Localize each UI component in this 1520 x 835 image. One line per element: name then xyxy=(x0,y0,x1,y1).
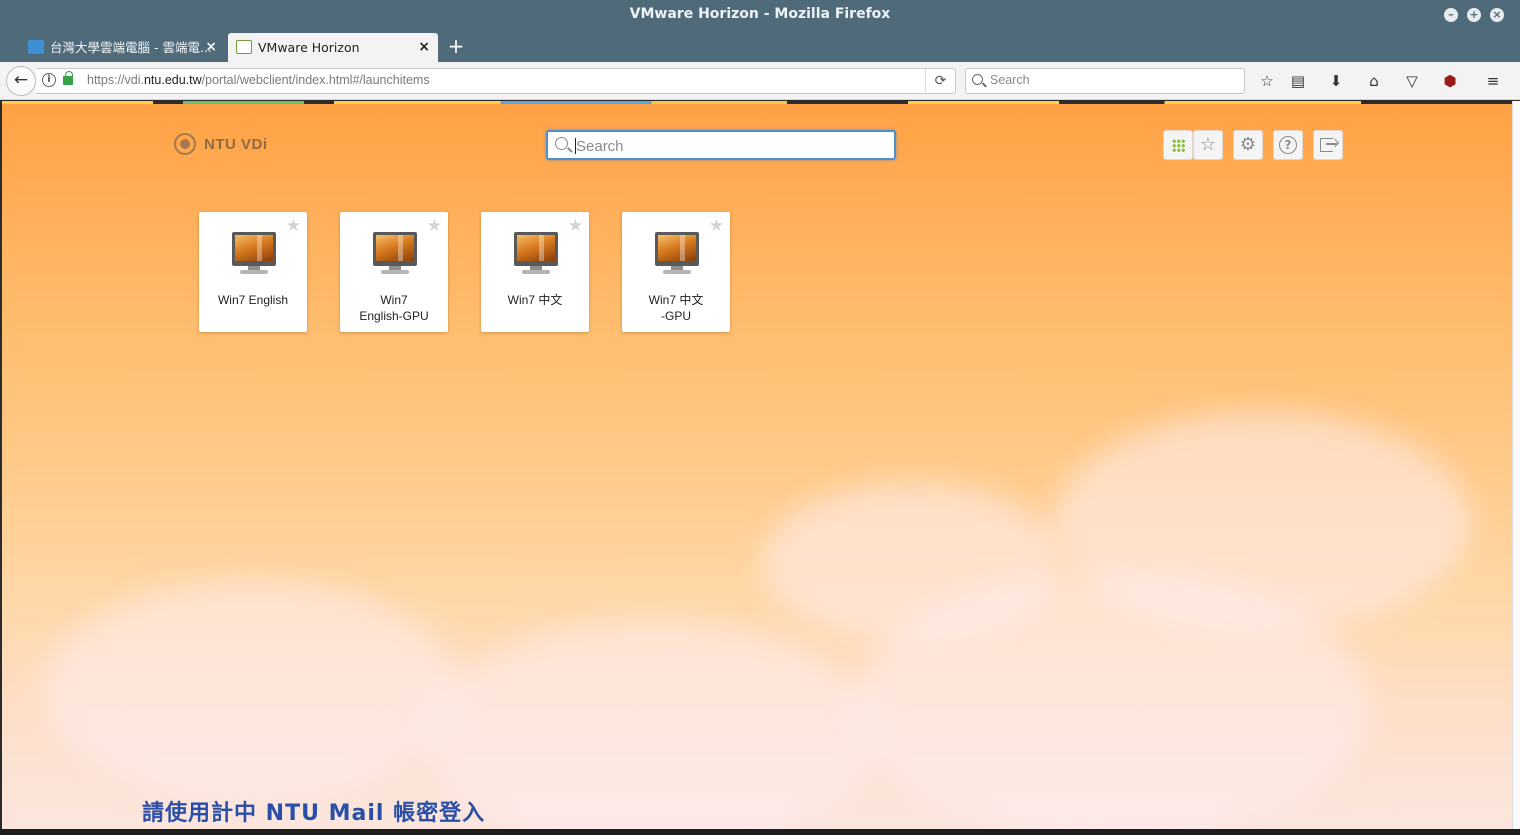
url-text[interactable]: https://vdi.ntu.edu.tw/portal/webclient/… xyxy=(87,73,430,87)
search-icon xyxy=(555,137,568,150)
logo-text: NTU VDi xyxy=(204,136,268,153)
browser-search-input[interactable]: Search xyxy=(965,68,1245,94)
background-window-edge xyxy=(1512,101,1520,835)
lock-icon xyxy=(63,71,73,85)
logout-icon xyxy=(1320,138,1333,152)
close-window-button[interactable]: × xyxy=(1490,8,1504,22)
title-bar: VMware Horizon - Mozilla Firefox – + × xyxy=(0,0,1520,30)
help-icon: ? xyxy=(1279,136,1297,154)
close-tab-icon[interactable]: × xyxy=(205,33,217,62)
desktop-item-win7-english-gpu[interactable]: ★ Win7 English-GPU xyxy=(340,212,448,332)
reading-list-icon[interactable]: ▤ xyxy=(1287,70,1309,92)
desktop-monitor-icon xyxy=(232,232,276,266)
text-caret xyxy=(575,138,576,154)
ublock-icon[interactable]: ⬢ xyxy=(1439,70,1461,92)
color-stripe xyxy=(2,101,1512,104)
ntu-seal-icon xyxy=(174,133,196,155)
reload-icon[interactable]: ⟳ xyxy=(925,69,955,93)
all-apps-button[interactable] xyxy=(1163,130,1193,160)
search-icon xyxy=(972,74,983,85)
desktop-name: Win7 English-GPU xyxy=(359,293,429,323)
cloud-icon xyxy=(28,40,44,54)
search-placeholder: Search xyxy=(990,73,1030,87)
settings-button[interactable]: ⚙ xyxy=(1233,130,1263,160)
bookmark-star-icon[interactable]: ☆ xyxy=(1256,70,1278,92)
nav-bar: ← i https://vdi.ntu.edu.tw/portal/webcli… xyxy=(0,62,1520,100)
tab-label: VMware Horizon xyxy=(258,40,360,55)
tab-ntu-cloud[interactable]: 台灣大學雲端電腦 - 雲端電... × xyxy=(20,33,225,62)
favorite-star-icon[interactable]: ★ xyxy=(286,216,301,236)
all-apps-grid-icon xyxy=(1172,139,1185,152)
info-icon[interactable]: i xyxy=(42,73,56,87)
desktop-item-win7-english[interactable]: ★ Win7 English xyxy=(199,212,307,332)
menu-icon[interactable]: ≡ xyxy=(1482,70,1504,92)
new-tab-button[interactable]: + xyxy=(446,33,466,62)
desktop-edge xyxy=(0,829,1520,835)
back-button[interactable]: ← xyxy=(6,66,36,96)
tab-label: 台灣大學雲端電腦 - 雲端電... xyxy=(50,40,212,55)
minimize-button[interactable]: – xyxy=(1444,8,1458,22)
url-bar[interactable]: i https://vdi.ntu.edu.tw/portal/webclien… xyxy=(36,68,956,94)
tab-vmware-horizon[interactable]: VMware Horizon × xyxy=(228,33,438,62)
firefox-window: VMware Horizon - Mozilla Firefox – + × 台… xyxy=(0,0,1520,835)
portal-search-box[interactable] xyxy=(546,130,896,160)
favorite-star-icon[interactable]: ★ xyxy=(568,216,583,236)
favorite-star-icon[interactable]: ★ xyxy=(709,216,724,236)
desktop-name: Win7 中文 xyxy=(507,293,563,307)
logout-button[interactable] xyxy=(1313,130,1343,160)
desktop-monitor-icon xyxy=(373,232,417,266)
login-message: 請使用計中 NTU Mail 帳密登入 xyxy=(142,801,486,826)
desktop-item-win7-chinese-gpu[interactable]: ★ Win7 中文 -GPU xyxy=(622,212,730,332)
portal-search-input[interactable] xyxy=(576,136,886,156)
desktop-item-win7-chinese[interactable]: ★ Win7 中文 xyxy=(481,212,589,332)
horizon-portal: NTU VDi ☆ ⚙ ? ★ Win7 English xyxy=(2,101,1512,835)
favorites-star-icon: ☆ xyxy=(1199,134,1217,155)
close-tab-icon[interactable]: × xyxy=(418,33,430,62)
window-title: VMware Horizon - Mozilla Firefox xyxy=(629,6,891,22)
tab-strip: 台灣大學雲端電腦 - 雲端電... × VMware Horizon × + xyxy=(0,30,1520,62)
downloads-icon[interactable]: ⬇ xyxy=(1325,70,1347,92)
desktop-monitor-icon xyxy=(655,232,699,266)
settings-gear-icon: ⚙ xyxy=(1239,134,1257,155)
home-icon[interactable]: ⌂ xyxy=(1363,70,1385,92)
desktop-name: Win7 中文 -GPU xyxy=(648,293,704,323)
favorite-star-icon[interactable]: ★ xyxy=(427,216,442,236)
ntu-vdi-logo: NTU VDi xyxy=(174,132,284,158)
maximize-button[interactable]: + xyxy=(1467,8,1481,22)
pocket-icon[interactable]: ▽ xyxy=(1401,70,1423,92)
help-button[interactable]: ? xyxy=(1273,130,1303,160)
favorites-button[interactable]: ☆ xyxy=(1193,130,1223,160)
desktop-name: Win7 English xyxy=(217,293,289,307)
horizon-icon xyxy=(236,40,252,54)
desktop-monitor-icon xyxy=(514,232,558,266)
